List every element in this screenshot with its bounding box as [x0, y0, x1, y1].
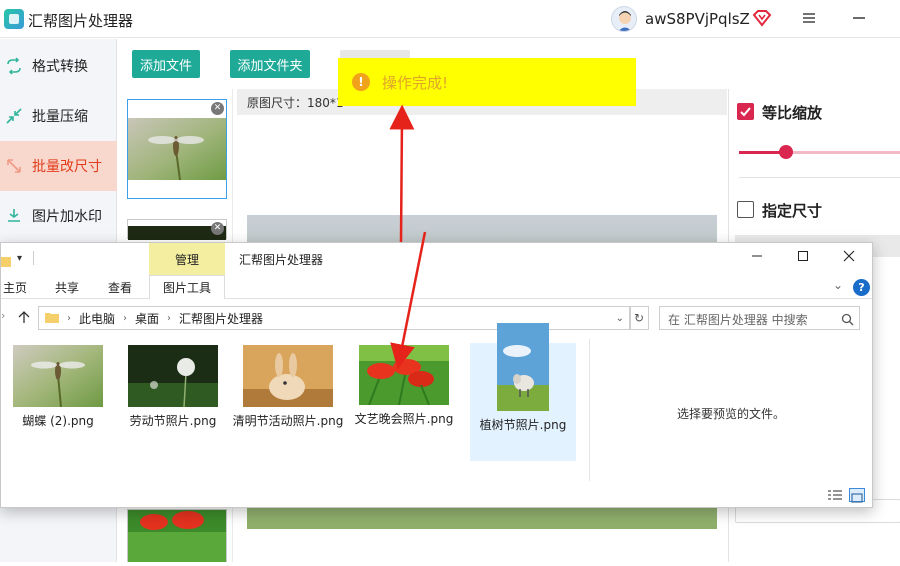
maximize-icon[interactable] [794, 249, 812, 267]
keep-ratio-label: 等比缩放 [762, 104, 823, 122]
file-item[interactable]: 劳动节照片.png [116, 345, 230, 430]
breadcrumb-item[interactable]: 汇帮图片处理器 [179, 310, 263, 327]
quick-access-dropdown-icon[interactable]: ▾ [17, 253, 22, 264]
chevron-down-icon[interactable]: ⌄ [833, 278, 843, 292]
chevron-down-icon[interactable]: ⌄ [616, 313, 624, 324]
file-name: 植树节照片.png [479, 418, 567, 432]
explorer-title: 汇帮图片处理器 [239, 253, 324, 267]
folder-icon [45, 311, 59, 326]
tab-picture-tools[interactable]: 图片工具 [149, 275, 225, 299]
remove-icon[interactable]: ✕ [211, 102, 224, 115]
file-name: 劳动节照片.png [129, 414, 217, 428]
tab-share[interactable]: 共享 [55, 279, 79, 296]
diamond-icon[interactable] [752, 9, 772, 31]
chevron-right-icon: › [167, 312, 172, 324]
file-name: 清明节活动照片.png [232, 414, 344, 428]
fixed-size-label: 指定尺寸 [762, 202, 823, 220]
watermark-icon [4, 206, 24, 226]
help-icon[interactable]: ? [853, 279, 870, 296]
large-icons-view-icon[interactable] [849, 488, 865, 503]
fixed-size-checkbox[interactable] [737, 201, 754, 218]
keep-ratio-checkbox[interactable] [737, 103, 754, 120]
thumbnail-item[interactable]: ✕ [127, 99, 227, 199]
sidebar-item-label: 图片加水印 [32, 209, 102, 225]
file-explorer-window: ▾ 管理 汇帮图片处理器 主页 共享 查看 图片工具 ⌄ ? › › 此电脑 ›… [0, 242, 873, 508]
sheep-thumbnail [497, 323, 549, 411]
tab-view[interactable]: 查看 [108, 279, 132, 296]
red-flowers-thumbnail [128, 510, 226, 562]
chevron-right-icon: › [123, 312, 128, 324]
file-item[interactable]: 文艺晚会照片.png [347, 345, 461, 428]
tab-manage[interactable]: 管理 [149, 243, 225, 275]
file-item[interactable]: 清明节活动照片.png [231, 345, 345, 430]
username[interactable]: awS8PVjPqlsZ [645, 10, 750, 28]
add-file-button[interactable]: 添加文件 [132, 50, 200, 78]
sidebar-item-label: 格式转换 [32, 59, 88, 75]
close-icon[interactable] [840, 249, 858, 267]
sidebar-item-resize[interactable]: 批量改尺寸 [0, 141, 117, 191]
original-size-label: 原图尺寸：180*1 [247, 96, 344, 110]
sidebar-item-compress[interactable]: 批量压缩 [0, 91, 117, 141]
dragonfly-thumbnail [128, 118, 226, 181]
search-icon[interactable] [841, 311, 854, 326]
app-title: 汇帮图片处理器 [28, 12, 134, 30]
forward-icon[interactable]: › [1, 309, 5, 322]
chevron-right-icon: › [67, 312, 71, 324]
divider [33, 251, 34, 265]
tab-home[interactable]: 主页 [3, 279, 27, 296]
compress-icon [4, 106, 24, 126]
ratio-slider-handle[interactable] [779, 145, 793, 159]
divider [739, 177, 900, 178]
red-flowers-thumbnail [359, 345, 449, 405]
minimize-icon[interactable] [850, 9, 868, 27]
dandelion-thumbnail [128, 345, 218, 407]
format-convert-icon [4, 56, 24, 76]
info-icon: ! [352, 73, 370, 91]
sidebar-item-watermark[interactable]: 图片加水印 [0, 191, 117, 241]
app-logo-icon [4, 9, 24, 29]
hamburger-menu-icon[interactable] [800, 9, 818, 27]
file-item[interactable]: 植树节照片.png [466, 323, 580, 434]
search-input[interactable]: 在 汇帮图片处理器 中搜索 [659, 306, 860, 330]
remove-icon[interactable]: ✕ [211, 222, 224, 235]
rabbit-thumbnail [243, 345, 333, 407]
divider [589, 339, 590, 481]
up-arrow-icon[interactable] [17, 309, 31, 328]
file-name: 文艺晚会照片.png [354, 412, 454, 426]
breadcrumb-item[interactable]: 桌面 [135, 310, 159, 327]
minimize-icon[interactable] [748, 249, 766, 267]
avatar[interactable] [611, 6, 637, 32]
preview-pane-message: 选择要预览的文件。 [677, 407, 786, 421]
add-folder-button[interactable]: 添加文件夹 [230, 50, 310, 78]
sidebar-item-label: 批量压缩 [32, 109, 88, 125]
thumbnail-item[interactable]: ✕ [127, 219, 227, 240]
thumbnail-item[interactable] [127, 509, 227, 562]
folder-icon [1, 253, 11, 272]
sidebar-item-label: 批量改尺寸 [32, 159, 102, 175]
toast-text: 操作完成! [382, 73, 449, 92]
refresh-icon[interactable]: ↻ [629, 306, 649, 330]
success-toast: ! 操作完成! [338, 58, 636, 106]
file-item[interactable]: 蝴蝶 (2).png [1, 345, 115, 430]
details-view-icon[interactable] [827, 488, 843, 502]
breadcrumb-item[interactable]: 此电脑 [79, 310, 115, 327]
file-name: 蝴蝶 (2).png [22, 414, 94, 428]
sidebar-item-format-convert[interactable]: 格式转换 [0, 41, 117, 91]
resize-icon [4, 156, 24, 176]
dragonfly-thumbnail [13, 345, 103, 407]
